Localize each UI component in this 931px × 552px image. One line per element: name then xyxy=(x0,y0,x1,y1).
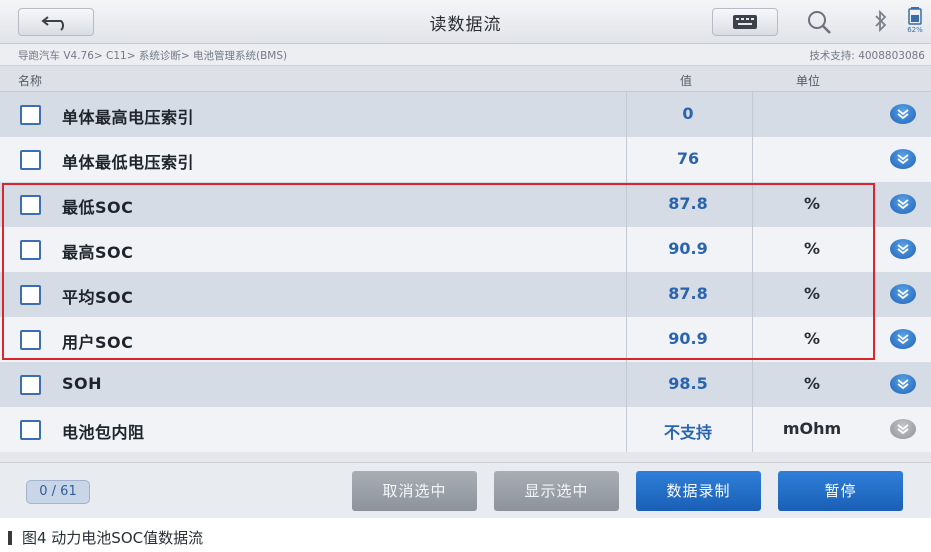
keyboard-button[interactable] xyxy=(712,8,778,36)
row-checkbox[interactable] xyxy=(20,330,41,350)
row-checkbox[interactable] xyxy=(20,195,41,215)
table-row[interactable]: 单体最低电压索引 76 xyxy=(0,137,931,182)
table-row[interactable]: 电池包内阻 不支持 mOhm xyxy=(0,407,931,452)
column-divider xyxy=(752,92,753,137)
chevron-down-icon xyxy=(897,424,909,435)
search-icon xyxy=(808,11,831,34)
column-header-value: 值 xyxy=(680,74,693,88)
row-value: 87.8 xyxy=(668,284,708,303)
chevron-down-icon xyxy=(897,334,909,345)
column-header-unit: 单位 xyxy=(796,74,821,88)
expand-button[interactable] xyxy=(890,239,916,259)
chevron-down-icon xyxy=(897,289,909,300)
back-button[interactable] xyxy=(18,8,94,36)
row-value: 0 xyxy=(682,104,694,123)
row-name: 单体最低电压索引 xyxy=(62,153,195,172)
chevron-down-icon xyxy=(897,379,909,390)
row-unit: mOhm xyxy=(782,419,842,438)
back-arrow-icon xyxy=(41,16,64,31)
row-name: 电池包内阻 xyxy=(62,423,145,442)
row-name: 用户SOC xyxy=(62,333,134,352)
expand-button[interactable] xyxy=(890,329,916,349)
row-checkbox[interactable] xyxy=(20,420,41,440)
row-name: 最高SOC xyxy=(62,243,134,262)
page-count: 0 / 61 xyxy=(26,480,90,504)
expand-button[interactable] xyxy=(890,194,916,214)
column-divider xyxy=(752,137,753,182)
expand-button[interactable] xyxy=(890,104,916,124)
row-value: 87.8 xyxy=(668,194,708,213)
expand-button[interactable] xyxy=(890,284,916,304)
chevron-down-icon xyxy=(897,109,909,120)
row-name: SOH xyxy=(62,374,103,393)
row-checkbox[interactable] xyxy=(20,150,41,170)
row-unit: % xyxy=(803,374,821,393)
table-row[interactable]: 最低SOC 87.8 % xyxy=(0,182,931,227)
figure-caption: 图4 动力电池SOC值数据流 xyxy=(22,529,204,547)
row-value: 76 xyxy=(676,149,700,168)
app-screen: 读数据流 62% 导跑汽车 V4.76> C11> 系统诊断> 电池管理系统(B… xyxy=(0,0,931,518)
expand-button[interactable] xyxy=(890,419,916,439)
chevron-down-icon xyxy=(897,199,909,210)
expand-button[interactable] xyxy=(890,149,916,169)
row-name: 最低SOC xyxy=(62,198,134,217)
row-value: 98.5 xyxy=(668,374,708,393)
deselect-button[interactable]: 取消选中 xyxy=(352,471,477,511)
row-unit: % xyxy=(803,284,821,303)
pause-button[interactable]: 暂停 xyxy=(778,471,903,511)
bluetooth-icon xyxy=(875,9,887,33)
show-selected-button[interactable]: 显示选中 xyxy=(494,471,619,511)
row-name: 平均SOC xyxy=(62,288,134,307)
battery-percent: 62% xyxy=(907,26,923,34)
search-button[interactable] xyxy=(804,8,834,36)
row-value: 不支持 xyxy=(663,423,712,442)
breadcrumb-bar: 导跑汽车 V4.76> C11> 系统诊断> 电池管理系统(BMS) 技术支持:… xyxy=(0,44,931,66)
table-row[interactable]: 最高SOC 90.9 % xyxy=(0,227,931,272)
record-button[interactable]: 数据录制 xyxy=(636,471,761,511)
row-unit: % xyxy=(803,239,821,258)
expand-button[interactable] xyxy=(890,374,916,394)
row-checkbox[interactable] xyxy=(20,375,41,395)
column-header-name: 名称 xyxy=(18,74,43,88)
table-header: 名称 值 单位 xyxy=(0,66,931,92)
row-checkbox[interactable] xyxy=(20,285,41,305)
table-row[interactable]: 用户SOC 90.9 % xyxy=(0,317,931,362)
footer-toolbar: 0 / 61 取消选中 显示选中 数据录制 暂停 xyxy=(0,462,931,518)
battery-indicator: 62% xyxy=(904,6,926,38)
row-value: 90.9 xyxy=(668,329,708,348)
keyboard-icon xyxy=(733,15,757,29)
chevron-down-icon xyxy=(897,244,909,255)
battery-icon xyxy=(908,7,922,25)
support-phone: 技术支持: 4008803086 xyxy=(809,50,925,62)
row-name: 单体最高电压索引 xyxy=(62,108,195,127)
row-value: 90.9 xyxy=(668,239,708,258)
chevron-down-icon xyxy=(897,154,909,165)
table-row[interactable]: 单体最高电压索引 0 xyxy=(0,92,931,137)
table-row[interactable]: 平均SOC 87.8 % xyxy=(0,272,931,317)
top-bar: 读数据流 62% xyxy=(0,0,931,44)
page-title: 读数据流 xyxy=(429,15,502,35)
table-row[interactable]: SOH 98.5 % xyxy=(0,362,931,407)
breadcrumb: 导跑汽车 V4.76> C11> 系统诊断> 电池管理系统(BMS) xyxy=(18,50,288,62)
row-checkbox[interactable] xyxy=(20,105,41,125)
caption-marker xyxy=(8,531,12,545)
row-checkbox[interactable] xyxy=(20,240,41,260)
row-unit: % xyxy=(803,194,821,213)
row-unit: % xyxy=(803,329,821,348)
